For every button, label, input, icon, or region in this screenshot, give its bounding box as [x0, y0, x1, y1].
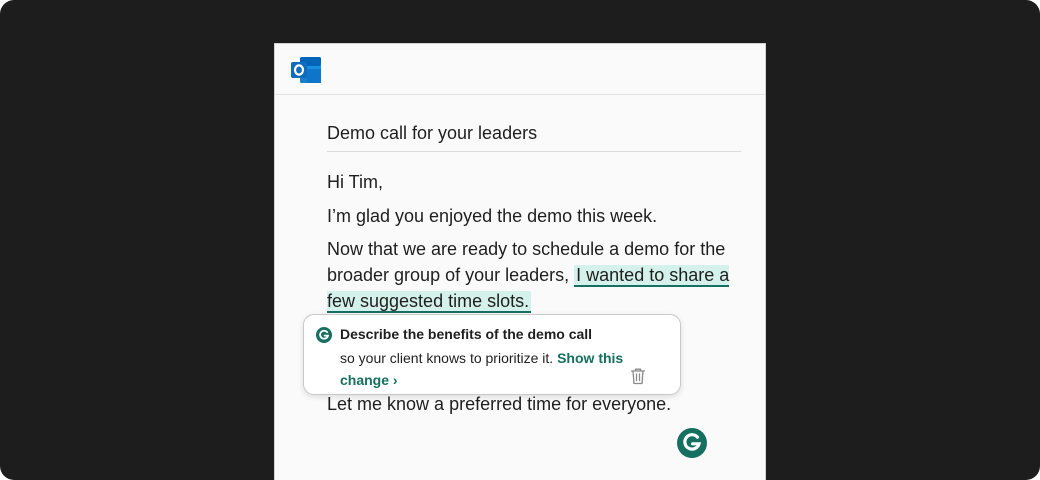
- grammarly-icon: [316, 327, 332, 343]
- grammarly-button-icon[interactable]: [677, 428, 707, 458]
- suggestion-body: so your client knows to prioritize it. S…: [340, 347, 640, 391]
- trash-icon[interactable]: [630, 367, 646, 385]
- suggestion-card[interactable]: Describe the benefits of the demo call s…: [303, 314, 681, 395]
- email-line-2: Now that we are ready to schedule a demo…: [327, 236, 747, 314]
- outlook-icon: [291, 57, 321, 83]
- email-greeting: Hi Tim,: [327, 172, 383, 192]
- suggestion-title: Describe the benefits of the demo call: [340, 326, 593, 342]
- suggestion-body-text: so your client knows to prioritize it.: [340, 350, 558, 366]
- app-stage: Demo call for your leaders Hi Tim, I’m g…: [0, 0, 1040, 480]
- email-line-1: I’m glad you enjoyed the demo this week.: [327, 206, 658, 226]
- email-window: Demo call for your leaders Hi Tim, I’m g…: [274, 43, 766, 480]
- subject-text: Demo call for your leaders: [327, 123, 538, 143]
- email-subject[interactable]: Demo call for your leaders: [327, 122, 741, 152]
- window-header: [275, 44, 765, 95]
